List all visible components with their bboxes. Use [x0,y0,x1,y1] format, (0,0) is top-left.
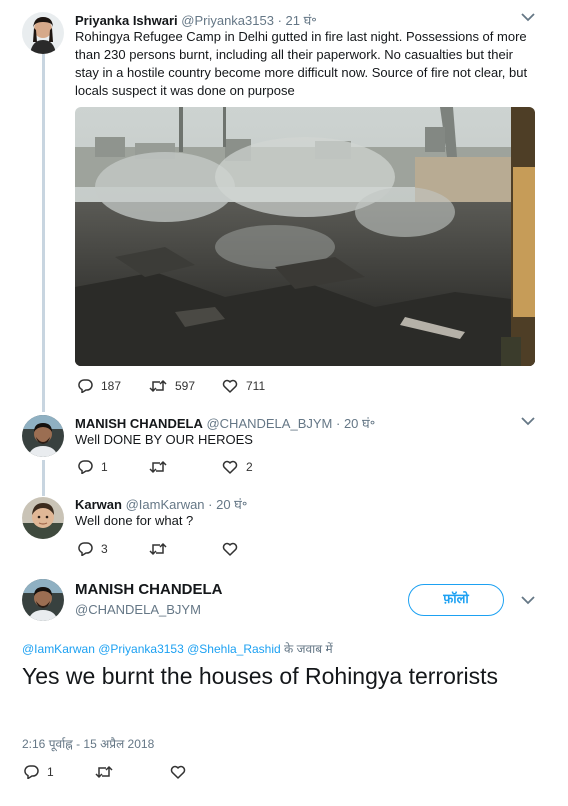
tweet-header: MANISH CHANDELA @CHANDELA_BJYM · 20 घं॰ [75,414,375,432]
retweet-icon [149,379,167,393]
avatar[interactable] [22,579,64,621]
tweet-timestamp[interactable]: 2:16 पूर्वाह्न - 15 अप्रैल 2018 [22,735,154,752]
main-author-handle[interactable]: @CHANDELA_BJYM [75,602,201,617]
reply-count: 187 [101,379,122,393]
author-handle[interactable]: @CHANDELA_BJYM [206,416,332,431]
like-count: 2 [246,460,253,474]
avatar-image [22,415,64,457]
tweet-text: Rohingya Refugee Camp in Delhi gutted in… [75,28,545,100]
burnt-camp-photo [75,107,535,366]
like-action[interactable]: 2 [222,460,253,474]
tweet-text: Well done for what ? [75,513,194,528]
follow-button[interactable]: फ़ॉलो [408,584,504,616]
chevron-down-icon[interactable] [520,416,536,426]
retweet-action[interactable] [149,460,175,474]
avatar-image [22,497,64,539]
reply-icon [78,379,93,393]
replying-to-suffix: के जवाब में [280,642,333,656]
tweet-text-line: stay in a hostile country become more di… [75,65,528,80]
reply-action[interactable]: 1 [24,765,54,779]
retweet-icon [149,542,167,556]
retweet-action[interactable]: 597 [149,379,195,393]
like-icon [222,379,238,393]
chevron-down-icon[interactable] [520,12,536,22]
thread-line [42,460,45,496]
reply-count: 3 [101,542,108,556]
main-tweet-text: Yes we burnt the houses of Rohingya terr… [22,663,499,689]
reply-icon [24,765,39,779]
like-action[interactable] [222,542,246,556]
tweet-header: Karwan @IamKarwan · 20 घं॰ [75,495,247,513]
avatar[interactable] [22,415,64,457]
reply-action[interactable]: 187 [78,379,121,393]
avatar-image [22,12,64,54]
avatar-image [22,579,64,621]
main-author-name[interactable]: MANISH CHANDELA [75,581,223,598]
tweet-text: Well DONE BY OUR HEROES [75,432,253,447]
reply-icon [78,542,93,556]
reply-count: 1 [101,460,108,474]
chevron-down-icon[interactable] [520,595,536,605]
author-handle[interactable]: @Priyanka3153 [181,13,274,28]
retweet-icon [95,765,113,779]
like-icon [222,542,238,556]
author-handle[interactable]: @IamKarwan [126,497,205,512]
like-action[interactable]: 711 [222,379,265,393]
like-icon [170,765,186,779]
retweet-action[interactable] [149,542,175,556]
retweet-action[interactable] [95,765,121,779]
tweet-text-line: than 230 persons burnt, including all th… [75,47,513,62]
retweet-count: 597 [175,379,196,393]
avatar[interactable] [22,12,64,54]
tweet-time[interactable]: · 21 घं॰ [278,13,317,28]
reply-icon [78,460,93,474]
author-name[interactable]: MANISH CHANDELA [75,416,203,431]
like-icon [222,460,238,474]
tweet-photo[interactable] [75,107,535,366]
avatar[interactable] [22,497,64,539]
like-count: 711 [246,379,266,393]
replying-to: @IamKarwan @Priyanka3153 @Shehla_Rashid … [22,640,333,657]
reply-action[interactable]: 3 [78,542,108,556]
author-name[interactable]: Priyanka Ishwari [75,13,178,28]
tweet-text-line: locals suspect it was done on purpose [75,83,295,98]
tweet-text-line: Rohingya Refugee Camp in Delhi gutted in… [75,29,527,44]
like-action[interactable] [170,765,194,779]
author-name[interactable]: Karwan [75,497,122,512]
reply-count: 1 [47,765,54,779]
tweet-time[interactable]: · 20 घं॰ [208,497,247,512]
tweet-time[interactable]: · 20 घं॰ [336,416,375,431]
retweet-icon [149,460,167,474]
reply-action[interactable]: 1 [78,460,108,474]
thread-line [42,54,45,412]
replying-to-handles[interactable]: @IamKarwan @Priyanka3153 @Shehla_Rashid [22,642,281,656]
tweet-header: Priyanka Ishwari @Priyanka3153 · 21 घं॰ [75,11,317,29]
